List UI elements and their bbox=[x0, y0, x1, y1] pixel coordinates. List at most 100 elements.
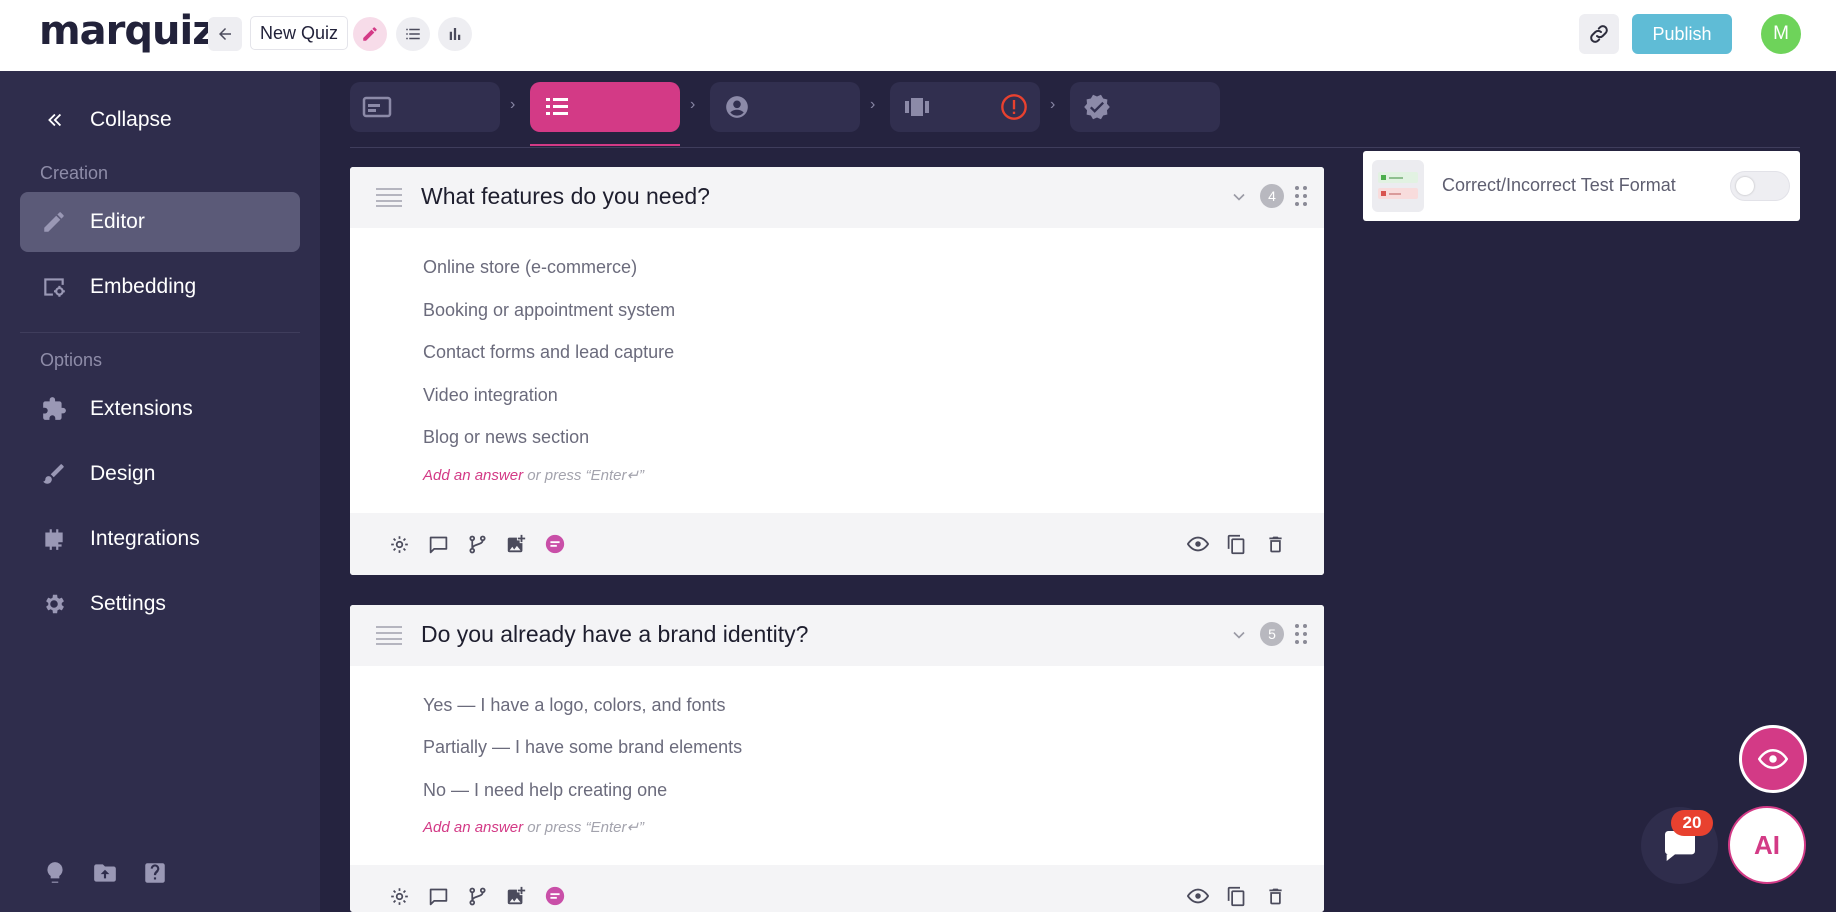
delete-icon[interactable] bbox=[1263, 532, 1287, 556]
chevron-down-icon[interactable] bbox=[1229, 625, 1249, 645]
collapse-button[interactable]: Collapse bbox=[20, 90, 300, 150]
answer-option[interactable]: Video integration bbox=[423, 385, 558, 406]
share-link-button[interactable] bbox=[1579, 14, 1619, 54]
quiz-name-field[interactable]: New Quiz bbox=[250, 16, 349, 50]
lightbulb-icon[interactable] bbox=[41, 859, 69, 887]
sidebar-item-integrations[interactable]: Integrations bbox=[20, 509, 300, 569]
chevron-down-icon[interactable] bbox=[1229, 187, 1249, 207]
step-thank-you[interactable] bbox=[1070, 82, 1220, 132]
add-answer-row: Add an answer or press “Enter↵” bbox=[423, 818, 644, 836]
warning-icon bbox=[1000, 93, 1028, 126]
list-icon bbox=[542, 92, 572, 122]
answer-option[interactable]: Blog or news section bbox=[423, 427, 589, 448]
duplicate-icon[interactable] bbox=[1224, 532, 1248, 556]
add-answer-hint: or press “Enter↵” bbox=[527, 467, 645, 484]
question-card: What features do you need? 4 Online stor… bbox=[350, 167, 1324, 575]
step-contact-form[interactable] bbox=[710, 82, 860, 132]
visibility-icon[interactable] bbox=[1186, 532, 1210, 556]
active-step-indicator bbox=[530, 144, 680, 146]
steps-divider bbox=[350, 147, 1800, 148]
chat-notification-badge: 20 bbox=[1671, 810, 1713, 836]
step-chevron-icon: › bbox=[1050, 96, 1056, 113]
back-button[interactable] bbox=[208, 17, 242, 51]
add-image-icon[interactable] bbox=[504, 532, 528, 556]
section-options-label: Options bbox=[40, 350, 103, 370]
drag-handle-icon[interactable] bbox=[1294, 185, 1308, 207]
ai-assistant-icon[interactable] bbox=[543, 532, 567, 556]
help-icon[interactable] bbox=[141, 859, 169, 887]
step-chevron-icon: › bbox=[870, 96, 876, 113]
sidebar-item-label: Design bbox=[90, 462, 156, 485]
answer-option[interactable]: Yes — I have a logo, colors, and fonts bbox=[423, 695, 726, 716]
eye-icon bbox=[1758, 748, 1788, 770]
step-start-page[interactable] bbox=[350, 82, 500, 132]
toggle-knob bbox=[1736, 177, 1754, 195]
sidebar-item-label: Embedding bbox=[90, 275, 197, 298]
avatar[interactable]: M bbox=[1761, 14, 1801, 54]
comment-icon[interactable] bbox=[426, 532, 450, 556]
settings-icon[interactable] bbox=[387, 532, 411, 556]
settings-icon[interactable] bbox=[387, 884, 411, 908]
start-page-icon bbox=[362, 92, 392, 122]
step-results[interactable] bbox=[890, 82, 1040, 132]
bar-chart-icon bbox=[449, 28, 461, 40]
sidebar-item-embedding[interactable]: Embedding bbox=[20, 257, 300, 317]
answer-option[interactable]: Booking or appointment system bbox=[423, 300, 675, 321]
plug-icon bbox=[40, 525, 68, 553]
duplicate-icon[interactable] bbox=[1224, 884, 1248, 908]
comment-icon[interactable] bbox=[426, 884, 450, 908]
answer-option[interactable]: Contact forms and lead capture bbox=[423, 342, 674, 363]
pencil-icon bbox=[363, 27, 377, 41]
link-icon bbox=[1590, 25, 1608, 43]
question-card: Do you already have a brand identity? 5 … bbox=[350, 605, 1324, 912]
answer-option[interactable]: No — I need help creating one bbox=[423, 780, 667, 801]
pencil-icon bbox=[40, 208, 68, 236]
brush-icon bbox=[40, 460, 68, 488]
analytics-button[interactable] bbox=[438, 17, 472, 51]
extension-thumbnail bbox=[1372, 160, 1424, 212]
folder-upload-icon[interactable] bbox=[91, 859, 119, 887]
drag-handle-icon[interactable] bbox=[1294, 623, 1308, 645]
ai-button[interactable]: AI bbox=[1728, 806, 1806, 884]
logo: marquiz bbox=[39, 8, 215, 54]
gear-icon bbox=[40, 590, 68, 618]
add-answer-link[interactable]: Add an answer bbox=[423, 467, 523, 484]
preview-button[interactable] bbox=[1739, 725, 1807, 793]
sidebar-item-design[interactable]: Design bbox=[20, 444, 300, 504]
sidebar-item-label: Extensions bbox=[90, 397, 193, 420]
question-type-icon bbox=[376, 187, 402, 207]
delete-icon[interactable] bbox=[1263, 884, 1287, 908]
question-toolbar bbox=[350, 513, 1324, 575]
add-image-icon[interactable] bbox=[504, 884, 528, 908]
visibility-icon[interactable] bbox=[1186, 884, 1210, 908]
step-questions[interactable] bbox=[530, 82, 680, 132]
sidebar-item-extensions[interactable]: Extensions bbox=[20, 379, 300, 439]
publish-button[interactable]: Publish bbox=[1632, 14, 1732, 54]
sidebar-item-label: Settings bbox=[90, 592, 166, 615]
answer-option[interactable]: Online store (e-commerce) bbox=[423, 257, 637, 278]
question-toolbar bbox=[350, 865, 1324, 912]
back-arrow-icon bbox=[219, 28, 231, 40]
list-icon bbox=[406, 28, 420, 40]
question-header: Do you already have a brand identity? 5 bbox=[350, 605, 1324, 666]
ai-assistant-icon[interactable] bbox=[543, 884, 567, 908]
sidebar-item-label: Editor bbox=[90, 210, 145, 233]
question-title[interactable]: What features do you need? bbox=[421, 183, 710, 210]
question-number-badge: 4 bbox=[1260, 184, 1284, 208]
collapse-label: Collapse bbox=[90, 108, 172, 131]
extension-card: Correct/Incorrect Test Format bbox=[1363, 151, 1800, 221]
extension-toggle[interactable] bbox=[1730, 171, 1790, 201]
add-answer-link[interactable]: Add an answer bbox=[423, 819, 523, 836]
sidebar-item-editor[interactable]: Editor bbox=[20, 192, 300, 252]
sidebar-divider bbox=[20, 332, 300, 333]
extension-label: Correct/Incorrect Test Format bbox=[1442, 175, 1676, 195]
sidebar-item-settings[interactable]: Settings bbox=[20, 574, 300, 634]
question-title[interactable]: Do you already have a brand identity? bbox=[421, 621, 808, 648]
responses-button[interactable] bbox=[396, 17, 430, 51]
answer-option[interactable]: Partially — I have some brand elements bbox=[423, 737, 742, 758]
branching-icon[interactable] bbox=[465, 884, 489, 908]
embed-icon bbox=[40, 273, 68, 301]
user-circle-icon bbox=[722, 92, 752, 122]
branching-icon[interactable] bbox=[465, 532, 489, 556]
edit-mode-button[interactable] bbox=[353, 17, 387, 51]
